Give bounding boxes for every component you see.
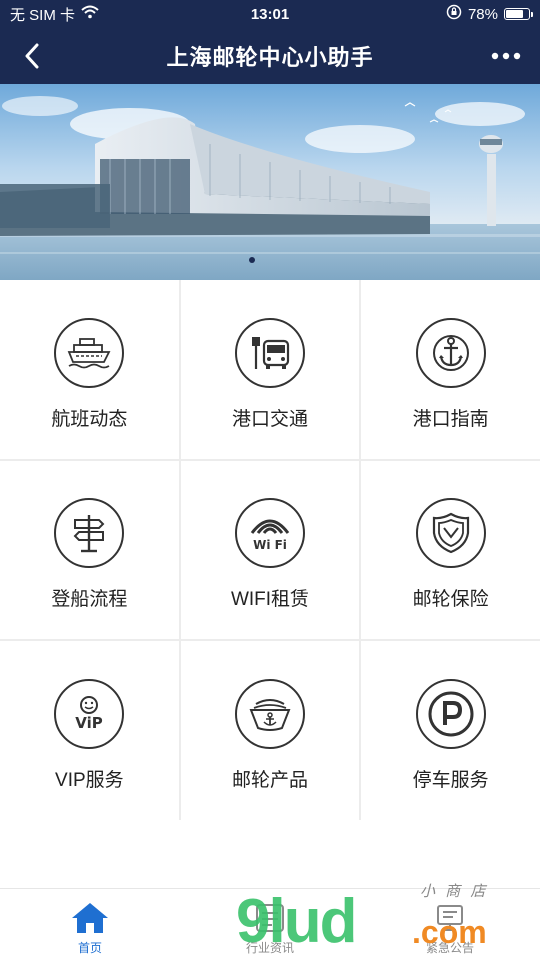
tile-cruise-products[interactable]: 邮轮产品 bbox=[180, 641, 360, 820]
tile-parking-service[interactable]: 停车服务 bbox=[361, 641, 540, 820]
parking-icon bbox=[415, 679, 486, 750]
signpost-icon bbox=[54, 498, 125, 569]
status-right: 78% bbox=[446, 4, 533, 24]
cruise-terminal-photo bbox=[0, 84, 540, 280]
bus-stop-icon bbox=[234, 317, 305, 388]
svg-text:Wi Fi: Wi Fi bbox=[253, 538, 287, 552]
tile-port-guide[interactable]: 港口指南 bbox=[361, 280, 540, 459]
wifi-icon bbox=[81, 5, 99, 23]
banner-image[interactable] bbox=[0, 84, 540, 280]
nav-bar: 上海邮轮中心小助手 bbox=[0, 28, 540, 84]
back-chevron-icon bbox=[25, 43, 39, 69]
wifi-icon: Wi Fi bbox=[234, 498, 305, 569]
battery-fill bbox=[506, 10, 523, 18]
status-time: 13:01 bbox=[250, 5, 290, 23]
tile-wifi-rental[interactable]: Wi Fi WIFI租赁 bbox=[180, 460, 360, 640]
cruise-ship-icon bbox=[54, 317, 125, 388]
tab-bar: 首页 行业资讯 紧急公告 bbox=[0, 888, 540, 961]
vip-smile-icon: ViP bbox=[54, 679, 125, 750]
tile-cruise-insurance[interactable]: 邮轮保险 bbox=[361, 460, 540, 640]
battery-percent: 78% bbox=[467, 5, 498, 23]
news-icon bbox=[256, 904, 284, 932]
tile-label: 航班动态 bbox=[51, 408, 128, 430]
tile-boarding-process[interactable]: 登船流程 bbox=[0, 460, 179, 640]
tab-label: 紧急公告 bbox=[425, 941, 474, 955]
notice-icon bbox=[437, 905, 463, 931]
tile-label: 港口指南 bbox=[412, 408, 489, 430]
anchor-icon bbox=[415, 317, 486, 388]
carrier-text: 无 SIM 卡 bbox=[10, 6, 76, 24]
home-icon bbox=[72, 903, 108, 933]
svg-text:ViP: ViP bbox=[76, 714, 103, 732]
tile-label: 停车服务 bbox=[412, 770, 489, 792]
tab-label: 行业资讯 bbox=[245, 941, 294, 955]
shield-icon bbox=[415, 498, 486, 569]
ship-anchor-icon bbox=[234, 679, 305, 750]
tile-port-transport[interactable]: 港口交通 bbox=[180, 280, 360, 459]
orientation-lock-icon bbox=[446, 4, 462, 24]
tab-industry-news[interactable]: 行业资讯 bbox=[180, 889, 360, 961]
tile-label: VIP服务 bbox=[55, 770, 124, 792]
function-grid: 航班动态 港口交通 港口指南 登船流程 Wi Fi WIFI租赁 邮轮保险 Vi… bbox=[0, 280, 540, 820]
tab-label: 首页 bbox=[77, 941, 102, 955]
status-bar: 无 SIM 卡 13:01 78% bbox=[0, 0, 540, 28]
tile-vip-service[interactable]: ViP VIP服务 bbox=[0, 641, 179, 820]
tile-label: 登船流程 bbox=[51, 589, 128, 611]
tile-label: WIFI租赁 bbox=[230, 589, 310, 611]
tile-flight-status[interactable]: 航班动态 bbox=[0, 280, 179, 459]
more-dots-icon bbox=[491, 52, 521, 60]
status-left: 无 SIM 卡 bbox=[10, 4, 99, 25]
tile-label: 邮轮产品 bbox=[231, 770, 308, 792]
back-button[interactable] bbox=[14, 38, 50, 74]
tab-emergency-notice[interactable]: 紧急公告 bbox=[360, 889, 540, 961]
tab-home[interactable]: 首页 bbox=[0, 889, 180, 961]
more-button[interactable] bbox=[486, 38, 526, 74]
battery-icon bbox=[504, 8, 533, 20]
tile-label: 港口交通 bbox=[231, 408, 308, 430]
tile-label: 邮轮保险 bbox=[412, 589, 489, 611]
page-title: 上海邮轮中心小助手 bbox=[166, 45, 374, 70]
